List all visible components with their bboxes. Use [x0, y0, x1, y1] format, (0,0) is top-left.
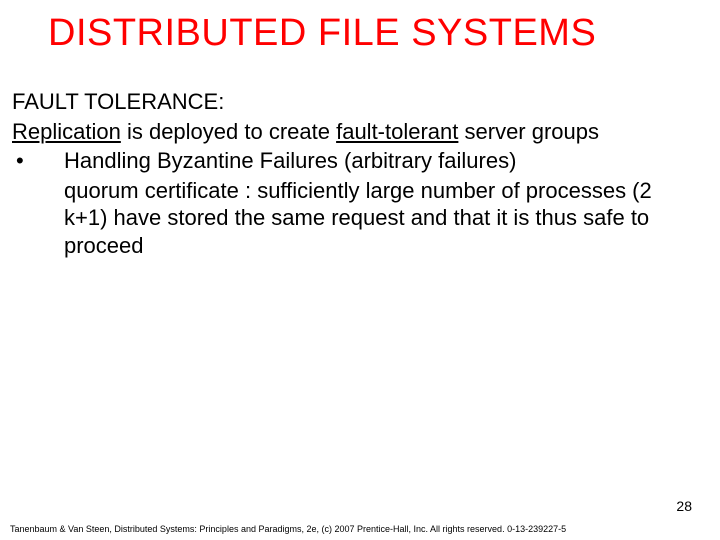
intro-line: Replication is deployed to create fault-…	[12, 118, 708, 146]
slide-body: FAULT TOLERANCE: Replication is deployed…	[12, 88, 708, 259]
page-number: 28	[676, 498, 692, 514]
intro-underlined-1: Replication	[12, 119, 121, 144]
intro-text-mid: is deployed to create	[121, 119, 336, 144]
bullet-line-2: quorum certificate : sufficiently large …	[64, 177, 668, 260]
section-heading: FAULT TOLERANCE:	[12, 88, 708, 116]
intro-text-after: server groups	[458, 119, 599, 144]
bullet-line-1: Handling Byzantine Failures (arbitrary f…	[64, 147, 668, 175]
intro-underlined-2: fault-tolerant	[336, 119, 458, 144]
bullet-item: • Handling Byzantine Failures (arbitrary…	[12, 147, 708, 259]
footer-citation: Tanenbaum & Van Steen, Distributed Syste…	[10, 524, 566, 534]
bullet-marker: •	[12, 147, 64, 259]
bullet-body: Handling Byzantine Failures (arbitrary f…	[64, 147, 708, 259]
slide-title: DISTRIBUTED FILE SYSTEMS	[48, 12, 700, 55]
